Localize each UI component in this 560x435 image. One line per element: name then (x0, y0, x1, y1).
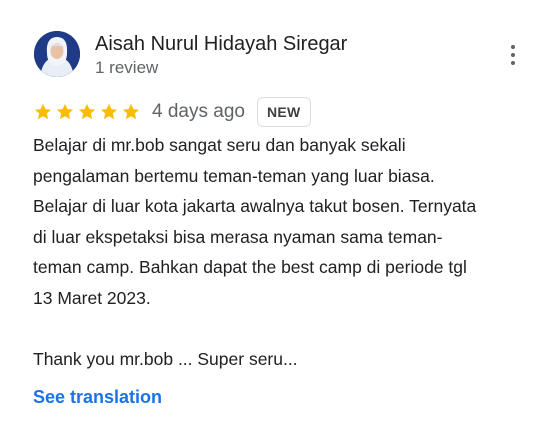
reviewer-review-count: 1 review (95, 58, 159, 77)
more-vert-icon-dot (511, 53, 515, 57)
hijab-avatar-icon (34, 31, 80, 77)
reviewer-name[interactable]: Aisah Nurul Hidayah Siregar (95, 31, 347, 57)
more-vert-icon-dot (511, 45, 515, 49)
review-text: Belajar di mr.bob sangat seru dan banyak… (33, 135, 477, 369)
more-options-button[interactable] (499, 38, 527, 72)
see-translation-link[interactable]: See translation (33, 384, 162, 410)
avatar[interactable] (34, 31, 80, 77)
star-icon (78, 103, 96, 120)
rating-row: 4 days ago NEW (33, 96, 311, 128)
star-icon (122, 103, 140, 120)
review-date: 4 days ago (152, 101, 245, 122)
star-rating (33, 102, 141, 122)
more-vert-icon-dot (511, 61, 515, 65)
star-icon (34, 103, 52, 120)
new-badge: NEW (256, 97, 311, 127)
star-icon (56, 103, 74, 120)
star-icon (100, 103, 118, 120)
